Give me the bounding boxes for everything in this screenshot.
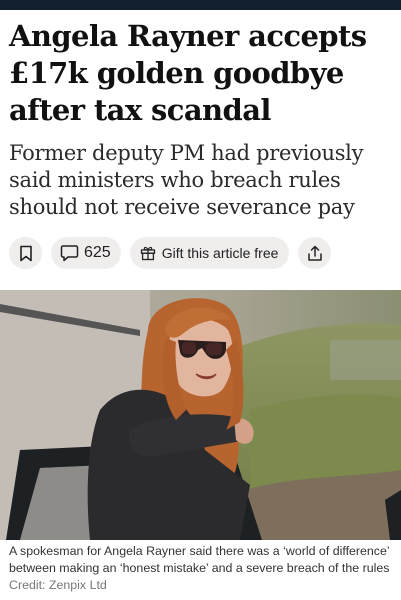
gift-article-button[interactable]: Gift this article free	[129, 237, 290, 269]
gift-icon	[140, 246, 155, 261]
photo-caption: A spokesman for Angela Rayner said there…	[9, 543, 397, 594]
article-standfirst: Former deputy PM had previously said min…	[9, 141, 364, 219]
share-icon	[308, 245, 322, 261]
share-button[interactable]	[298, 237, 332, 269]
bookmark-icon	[19, 245, 32, 261]
photo-credit: Credit: Zenpix Ltd	[9, 578, 107, 592]
comment-icon	[60, 245, 79, 262]
gift-label: Gift this article free	[161, 245, 279, 261]
caption-text: A spokesman for Angela Rayner said there…	[9, 544, 390, 575]
article-actions: 625 Gift this article free	[9, 236, 332, 270]
comment-count: 625	[84, 244, 111, 261]
article-photo	[0, 290, 401, 540]
top-bar	[0, 0, 401, 10]
bookmark-button[interactable]	[9, 237, 42, 269]
article-headline: Angela Rayner accepts £17k golden goodby…	[9, 19, 367, 127]
comments-button[interactable]: 625	[51, 237, 121, 269]
